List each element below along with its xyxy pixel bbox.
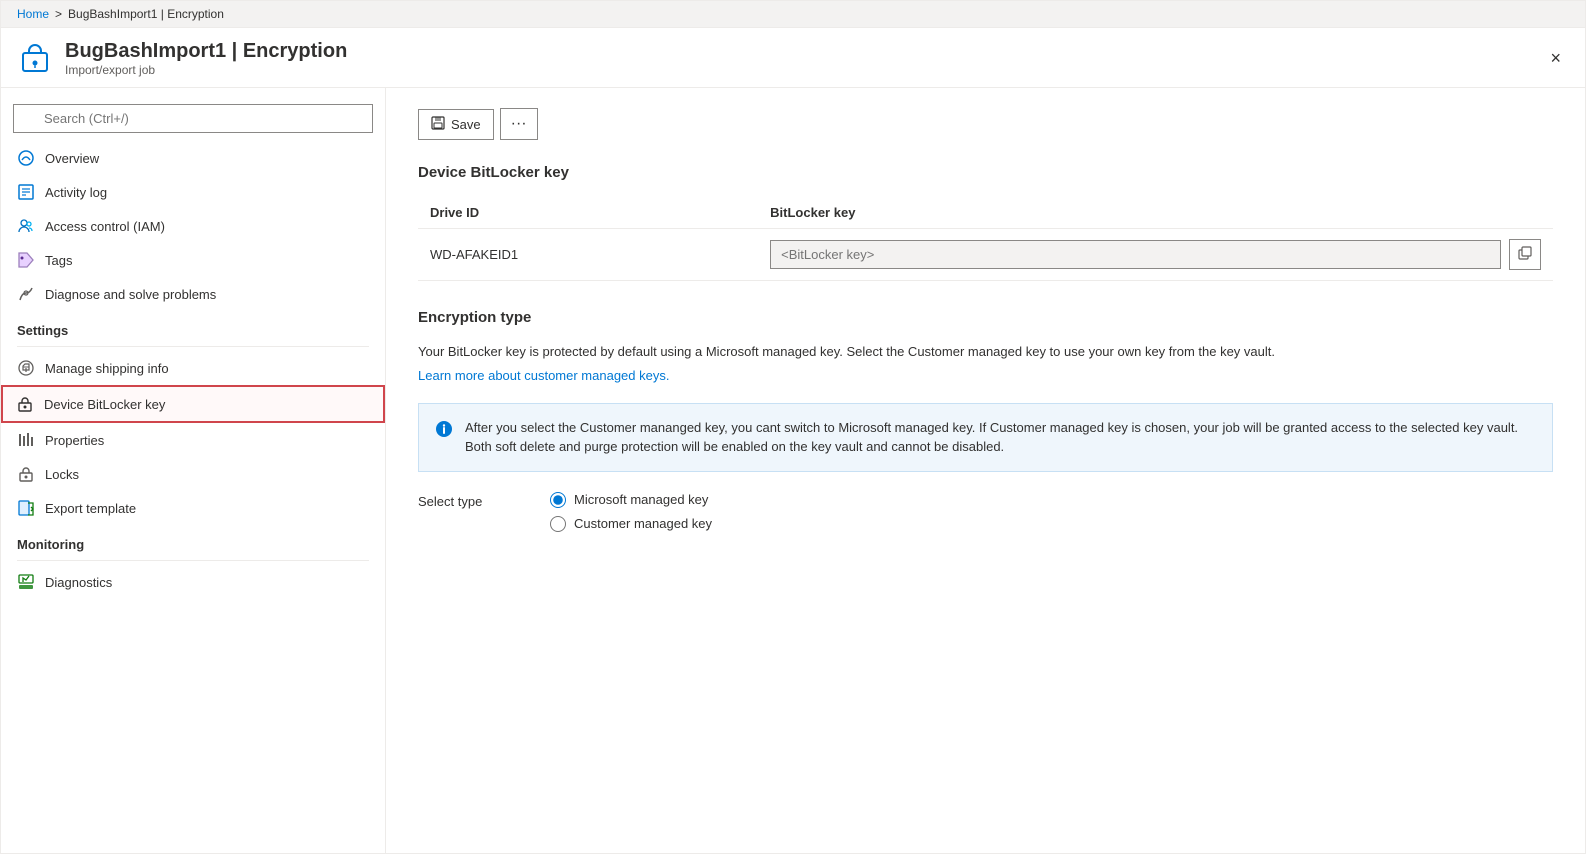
- sidebar-item-diagnose-label: Diagnose and solve problems: [45, 287, 216, 302]
- radio-microsoft[interactable]: Microsoft managed key: [550, 492, 712, 508]
- sidebar-item-locks-label: Locks: [45, 467, 79, 482]
- save-button[interactable]: Save: [418, 109, 494, 140]
- sidebar-item-tags[interactable]: Tags: [1, 243, 385, 277]
- locks-icon: [17, 465, 35, 483]
- copy-button[interactable]: [1509, 239, 1541, 270]
- sidebar-item-activity-label: Activity log: [45, 185, 107, 200]
- iam-icon: [17, 217, 35, 235]
- save-label: Save: [451, 117, 481, 132]
- tags-icon: [17, 251, 35, 269]
- info-icon: [435, 420, 453, 446]
- bitlocker-table: Drive ID BitLocker key WD-AFAKEID1: [418, 197, 1553, 281]
- encryption-type-section: Encryption type Your BitLocker key is pr…: [418, 309, 1553, 532]
- drive-id-cell: WD-AFAKEID1: [418, 229, 758, 281]
- col-drive-id: Drive ID: [418, 197, 758, 229]
- content-area: Save ··· Device BitLocker key Drive ID B…: [386, 88, 1585, 853]
- encryption-desc: Your BitLocker key is protected by defau…: [418, 342, 1553, 362]
- breadcrumb: Home > BugBashImport1 | Encryption: [1, 1, 1585, 28]
- shipping-icon: [17, 359, 35, 377]
- diagnostics-icon: [17, 573, 35, 591]
- select-type-label: Select type: [418, 492, 518, 509]
- bitlocker-section-title: Device BitLocker key: [418, 164, 1553, 181]
- page-header: BugBashImport1 | Encryption Import/expor…: [1, 28, 1585, 88]
- search-input[interactable]: [13, 104, 373, 133]
- export-template-icon: [17, 499, 35, 517]
- more-button[interactable]: ···: [500, 108, 538, 140]
- bitlocker-section: Device BitLocker key Drive ID BitLocker …: [418, 164, 1553, 281]
- sidebar-item-overview[interactable]: Overview: [1, 141, 385, 175]
- sidebar-search-area: 🔍: [1, 96, 385, 141]
- sidebar-item-overview-label: Overview: [45, 151, 99, 166]
- sidebar-item-shipping-label: Manage shipping info: [45, 361, 169, 376]
- info-text: After you select the Customer mananged k…: [465, 418, 1536, 457]
- sidebar-item-export-template-label: Export template: [45, 501, 136, 516]
- encryption-type-title: Encryption type: [418, 309, 1553, 326]
- sidebar-item-shipping[interactable]: Manage shipping info: [1, 351, 385, 385]
- radio-group: Microsoft managed key Customer managed k…: [550, 492, 712, 532]
- settings-section-label: Settings: [1, 311, 385, 342]
- sidebar-item-properties-label: Properties: [45, 433, 104, 448]
- sidebar-item-tags-label: Tags: [45, 253, 72, 268]
- table-row: WD-AFAKEID1: [418, 229, 1553, 281]
- activity-log-icon: [17, 183, 35, 201]
- breadcrumb-home[interactable]: Home: [17, 7, 49, 21]
- sidebar-item-encryption[interactable]: Device BitLocker key: [1, 385, 385, 423]
- radio-customer-input[interactable]: [550, 516, 566, 532]
- sidebar-item-diagnostics[interactable]: Diagnostics: [1, 565, 385, 599]
- select-type-row: Select type Microsoft managed key Custom…: [418, 492, 1553, 532]
- sidebar-item-encryption-label: Device BitLocker key: [44, 397, 165, 412]
- breadcrumb-sep: >: [55, 7, 62, 21]
- overview-icon: [17, 149, 35, 167]
- radio-customer[interactable]: Customer managed key: [550, 516, 712, 532]
- col-bitlocker-key: BitLocker key: [758, 197, 1553, 229]
- sidebar-item-locks[interactable]: Locks: [1, 457, 385, 491]
- radio-customer-label: Customer managed key: [574, 516, 712, 531]
- toolbar: Save ···: [418, 108, 1553, 140]
- page-header-icon: [17, 41, 53, 77]
- sidebar-item-properties[interactable]: Properties: [1, 423, 385, 457]
- breadcrumb-current: BugBashImport1 | Encryption: [68, 7, 224, 21]
- encryption-icon: [16, 395, 34, 413]
- settings-divider: [17, 346, 369, 347]
- sidebar: 🔍 Overview Activity log: [1, 88, 386, 853]
- sidebar-item-export-template[interactable]: Export template: [1, 491, 385, 525]
- monitoring-section-label: Monitoring: [1, 525, 385, 556]
- monitoring-divider: [17, 560, 369, 561]
- close-button[interactable]: ×: [1542, 44, 1569, 73]
- diagnose-icon: [17, 285, 35, 303]
- page-subtitle: Import/export job: [65, 63, 347, 77]
- bitlocker-key-input[interactable]: [770, 240, 1501, 269]
- sidebar-item-iam-label: Access control (IAM): [45, 219, 165, 234]
- save-icon: [431, 116, 445, 133]
- sidebar-item-iam[interactable]: Access control (IAM): [1, 209, 385, 243]
- radio-microsoft-input[interactable]: [550, 492, 566, 508]
- learn-more-link[interactable]: Learn more about customer managed keys.: [418, 368, 669, 383]
- properties-icon: [17, 431, 35, 449]
- page-title: BugBashImport1 | Encryption: [65, 40, 347, 63]
- info-box: After you select the Customer mananged k…: [418, 403, 1553, 472]
- sidebar-item-diagnostics-label: Diagnostics: [45, 575, 112, 590]
- sidebar-item-activity-log[interactable]: Activity log: [1, 175, 385, 209]
- sidebar-item-diagnose[interactable]: Diagnose and solve problems: [1, 277, 385, 311]
- radio-microsoft-label: Microsoft managed key: [574, 492, 708, 507]
- bitlocker-key-cell: [758, 229, 1553, 281]
